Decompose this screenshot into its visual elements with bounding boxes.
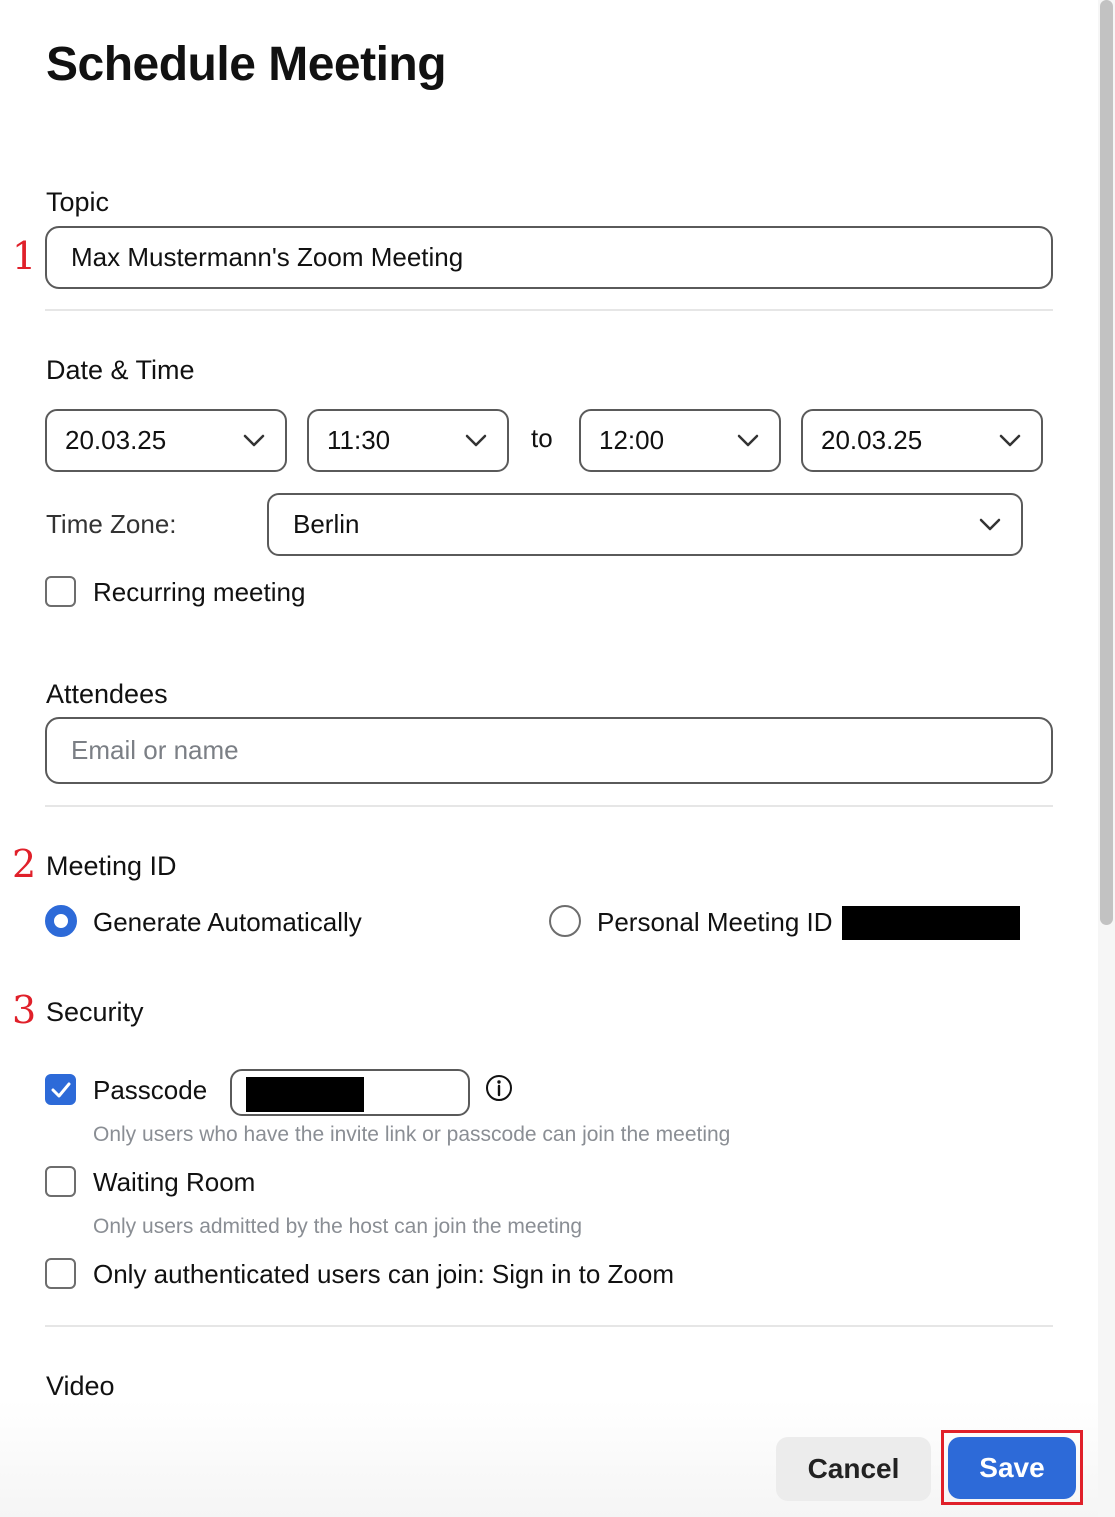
attendees-input[interactable]: Email or name <box>45 717 1053 784</box>
section-divider <box>45 1325 1053 1327</box>
authenticated-users-checkbox[interactable] <box>45 1258 76 1289</box>
personal-meeting-id-label[interactable]: Personal Meeting ID <box>597 906 833 938</box>
start-time-value: 11:30 <box>327 425 391 455</box>
timezone-label: Time Zone: <box>46 509 177 539</box>
personal-meeting-id-radio[interactable] <box>549 905 581 937</box>
dialog-title: Schedule Meeting <box>46 38 447 91</box>
generate-automatically-radio[interactable] <box>45 905 77 937</box>
chevron-down-icon <box>243 434 265 446</box>
redacted-passcode <box>246 1077 364 1112</box>
start-date-value: 20.03.25 <box>65 425 167 455</box>
start-date-select[interactable]: 20.03.25 <box>45 409 287 472</box>
chevron-down-icon <box>737 434 759 446</box>
section-divider <box>45 309 1053 311</box>
chevron-down-icon <box>465 434 487 446</box>
end-time-value: 12:00 <box>599 425 665 455</box>
annotation-marker-2: 2 <box>12 842 37 886</box>
to-label: to <box>531 423 553 453</box>
video-label: Video <box>46 1371 115 1401</box>
cancel-button[interactable]: Cancel <box>776 1437 931 1501</box>
chevron-down-icon <box>999 434 1021 446</box>
scrollbar-thumb[interactable] <box>1100 0 1113 925</box>
footer-shadow <box>0 1400 1098 1517</box>
topic-input[interactable]: Max Mustermann's Zoom Meeting <box>45 226 1053 289</box>
annotation-marker-3: 3 <box>12 988 37 1032</box>
section-divider <box>45 805 1053 807</box>
waiting-room-label[interactable]: Waiting Room <box>93 1166 255 1198</box>
timezone-select[interactable]: Berlin <box>267 493 1023 556</box>
end-date-value: 20.03.25 <box>821 425 923 455</box>
chevron-down-icon <box>979 518 1001 530</box>
security-label: Security <box>46 997 144 1027</box>
end-time-select[interactable]: 12:00 <box>579 409 781 472</box>
date-time-label: Date & Time <box>46 355 195 385</box>
generate-automatically-label[interactable]: Generate Automatically <box>93 906 362 938</box>
topic-label: Topic <box>46 187 110 217</box>
passcode-input[interactable] <box>230 1069 470 1116</box>
topic-input-value: Max Mustermann's Zoom Meeting <box>71 242 464 272</box>
passcode-checkbox[interactable] <box>45 1074 76 1105</box>
checkmark-icon <box>51 1082 70 1097</box>
save-button[interactable]: Save <box>948 1437 1076 1499</box>
timezone-value: Berlin <box>293 509 360 539</box>
passcode-label[interactable]: Passcode <box>93 1074 207 1106</box>
waiting-room-hint: Only users admitted by the host can join… <box>93 1215 583 1238</box>
end-date-select[interactable]: 20.03.25 <box>801 409 1043 472</box>
schedule-meeting-dialog: Schedule Meeting Topic 1 Max Mustermann'… <box>0 0 1115 1517</box>
start-time-select[interactable]: 11:30 <box>307 409 509 472</box>
info-icon[interactable] <box>484 1073 514 1103</box>
authenticated-users-label[interactable]: Only authenticated users can join: Sign … <box>93 1258 674 1290</box>
attendees-placeholder: Email or name <box>71 735 239 765</box>
passcode-hint: Only users who have the invite link or p… <box>93 1123 731 1146</box>
waiting-room-checkbox[interactable] <box>45 1166 76 1197</box>
annotation-marker-1: 1 <box>12 234 37 278</box>
meeting-id-label: Meeting ID <box>46 851 177 881</box>
attendees-label: Attendees <box>46 679 168 709</box>
recurring-label[interactable]: Recurring meeting <box>93 576 305 608</box>
recurring-checkbox[interactable] <box>45 576 76 607</box>
redacted-personal-id <box>842 906 1020 940</box>
